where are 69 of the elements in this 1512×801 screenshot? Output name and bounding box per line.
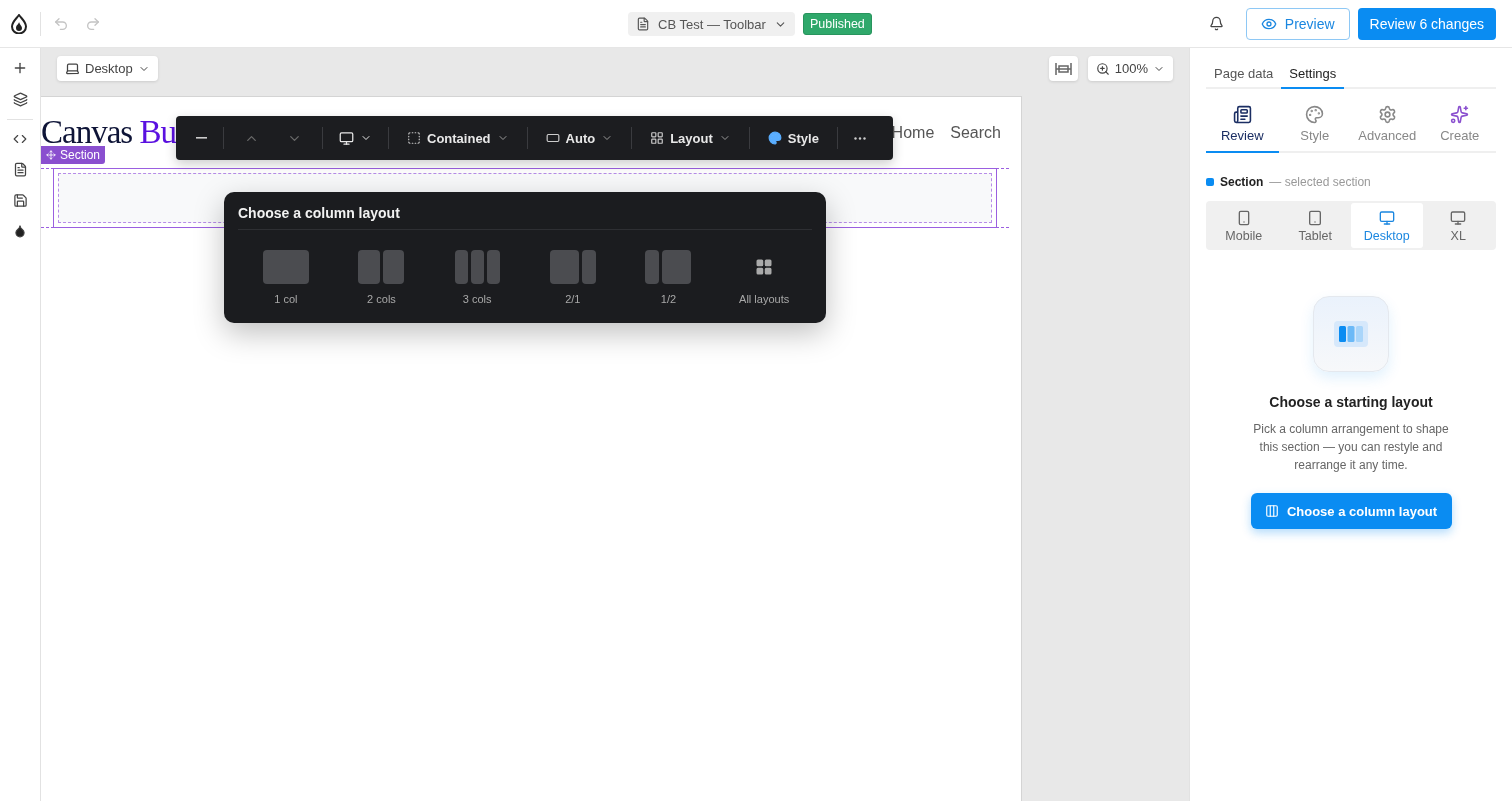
tab-icon <box>1377 105 1397 124</box>
inspector-tab[interactable]: Create <box>1423 99 1496 153</box>
toolbar-dropdown[interactable]: Style <box>755 123 831 153</box>
palette-icon <box>767 131 782 145</box>
layout-option[interactable]: All layouts <box>716 250 812 305</box>
toolbar-icon <box>407 131 421 145</box>
column-layout-icon <box>358 250 405 284</box>
move-icon <box>46 150 56 160</box>
fit-width-button[interactable] <box>1048 56 1078 81</box>
more-icon <box>853 136 866 140</box>
layers-button[interactable] <box>12 92 28 107</box>
tab-icon <box>1450 105 1470 124</box>
tab-icon <box>1305 105 1325 124</box>
laptop-icon <box>65 61 80 76</box>
column-layout-icon <box>454 250 501 284</box>
column-layout-icon <box>645 250 692 284</box>
device-icon <box>1307 210 1324 226</box>
monitor-icon <box>339 130 354 146</box>
zoom-dropdown[interactable]: 100% <box>1087 56 1173 81</box>
document-icon <box>636 17 650 31</box>
device-option[interactable]: Mobile <box>1208 203 1280 248</box>
zoom-icon <box>1095 61 1110 76</box>
layout-option[interactable]: 3 cols <box>429 250 525 305</box>
toolbar-dropdown[interactable]: Layout <box>638 123 743 153</box>
empty-description: Pick a column arrangement to shape this section — you can restyle and rearrange it any time. <box>1252 421 1450 474</box>
layout-option[interactable]: 1/2 <box>620 250 717 305</box>
layout-option[interactable]: 2 cols <box>333 250 430 305</box>
toolbar-dropdown[interactable]: Auto <box>533 123 626 153</box>
add-button[interactable] <box>12 60 28 76</box>
viewport-dropdown[interactable]: Desktop <box>57 56 158 81</box>
panel-tab[interactable]: Settings <box>1281 64 1345 89</box>
column-layout-icon <box>262 250 309 284</box>
drop-button[interactable] <box>13 224 27 238</box>
tab-icon <box>1232 105 1252 124</box>
inspector-tab[interactable]: Review <box>1206 99 1279 153</box>
toolbar-dropdown[interactable]: Contained <box>395 123 521 153</box>
device-icon <box>1378 210 1395 226</box>
empty-title: Choose a starting layout <box>1269 394 1433 410</box>
code-button[interactable] <box>13 132 27 146</box>
columns-icon <box>1334 321 1368 347</box>
inspector-tab[interactable]: Advanced <box>1351 99 1424 153</box>
device-option[interactable]: Desktop <box>1351 203 1423 248</box>
grid-icon <box>755 258 774 276</box>
section-note: — selected section <box>1269 175 1371 189</box>
device-option[interactable]: Tablet <box>1279 203 1351 248</box>
fit-width-icon <box>1054 61 1072 76</box>
section-name: Section <box>1220 175 1264 189</box>
section-label: Section <box>41 146 106 164</box>
layout-option[interactable]: 1 col <box>238 250 334 305</box>
nav-link[interactable]: Search <box>950 123 1001 142</box>
device-option[interactable]: XL <box>1422 203 1494 248</box>
drop-logo-icon[interactable] <box>10 13 28 34</box>
column-layout-icon <box>549 250 596 284</box>
notifications-button[interactable] <box>1208 16 1224 31</box>
nav-link[interactable]: Home <box>891 123 935 142</box>
panel-tab[interactable]: Page data <box>1206 64 1282 89</box>
inspector-tab[interactable]: Style <box>1278 99 1351 153</box>
template-button[interactable] <box>12 193 28 208</box>
minus-icon <box>196 137 207 139</box>
popover-title: Choose a column layout <box>238 205 812 230</box>
preview-button[interactable]: Preview <box>1245 7 1350 40</box>
status-badge: Published <box>802 13 872 35</box>
columns-icon <box>1264 504 1279 518</box>
document-button[interactable] <box>12 162 28 177</box>
layout-option[interactable]: 2/1 <box>525 250 621 305</box>
page-selector[interactable]: CB Test — Toolbar <box>628 12 795 36</box>
toolbar-icon <box>650 131 665 145</box>
toolbar-icon <box>545 131 560 145</box>
device-icon <box>1450 210 1467 226</box>
